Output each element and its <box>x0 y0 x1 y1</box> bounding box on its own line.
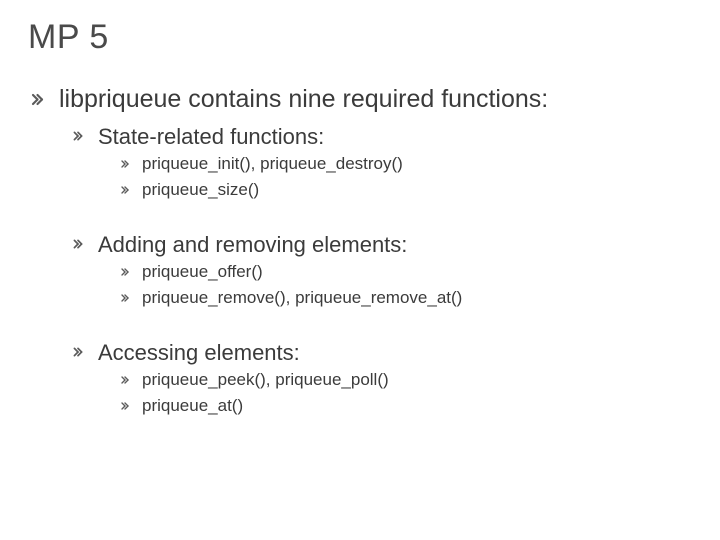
list-item: priqueue_offer() <box>120 262 692 282</box>
section-label: Accessing elements: <box>98 340 300 366</box>
list-item: priqueue_peek(), priqueue_poll() <box>120 370 692 390</box>
list-item: Accessing elements: <box>72 340 692 366</box>
function-item: priqueue_init(), priqueue_destroy() <box>142 154 403 174</box>
list-item: priqueue_size() <box>120 180 692 200</box>
function-item: priqueue_at() <box>142 396 243 416</box>
spacer <box>28 308 692 330</box>
bullet-icon <box>120 159 130 172</box>
bullet-icon <box>120 185 130 198</box>
page-title: MP 5 <box>28 18 692 57</box>
bullet-icon <box>120 293 130 306</box>
spacer <box>28 390 692 392</box>
function-item: priqueue_remove(), priqueue_remove_at() <box>142 288 462 308</box>
function-item: priqueue_offer() <box>142 262 263 282</box>
spacer <box>28 174 692 176</box>
list-item: priqueue_remove(), priqueue_remove_at() <box>120 288 692 308</box>
list-item: priqueue_at() <box>120 396 692 416</box>
list-item: libpriqueue contains nine required funct… <box>30 85 692 114</box>
bullet-icon <box>72 238 84 252</box>
slide: MP 5 libpriqueue contains nine required … <box>0 0 720 540</box>
list-item: Adding and removing elements: <box>72 232 692 258</box>
spacer <box>28 282 692 284</box>
bullet-icon <box>120 375 130 388</box>
list-item: priqueue_init(), priqueue_destroy() <box>120 154 692 174</box>
bullet-icon <box>120 267 130 280</box>
section-label: State-related functions: <box>98 124 324 150</box>
bullet-icon <box>72 130 84 144</box>
function-item: priqueue_peek(), priqueue_poll() <box>142 370 389 390</box>
section-label: Adding and removing elements: <box>98 232 407 258</box>
bullet-icon <box>72 346 84 360</box>
bullet-icon <box>120 401 130 414</box>
spacer <box>28 200 692 222</box>
main-heading: libpriqueue contains nine required funct… <box>59 85 548 114</box>
list-item: State-related functions: <box>72 124 692 150</box>
bullet-icon <box>30 92 45 110</box>
function-item: priqueue_size() <box>142 180 259 200</box>
